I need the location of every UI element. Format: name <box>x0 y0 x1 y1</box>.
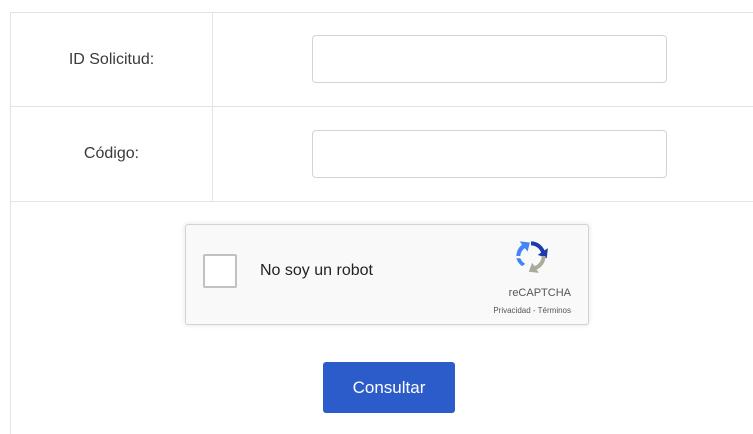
codigo-label: Código: <box>11 107 213 201</box>
recaptcha-links-separator: - <box>530 306 538 315</box>
query-form: ID Solicitud: Código: No soy un robot re… <box>10 12 753 434</box>
recaptcha-logo-icon <box>516 241 548 273</box>
id-solicitud-input[interactable] <box>312 35 667 83</box>
form-row-code: Código: <box>11 107 753 202</box>
recaptcha-widget: No soy un robot reCAPTCHA Privacidad - T… <box>185 224 589 325</box>
recaptcha-brand: reCAPTCHA <box>508 287 571 299</box>
id-solicitud-label: ID Solicitud: <box>11 13 213 106</box>
form-row-id: ID Solicitud: <box>11 13 753 107</box>
recaptcha-label: No soy un robot <box>260 262 373 279</box>
recaptcha-links: Privacidad - Términos <box>493 306 571 315</box>
recaptcha-checkbox[interactable] <box>203 254 237 288</box>
consultar-button[interactable]: Consultar <box>323 362 455 413</box>
codigo-input[interactable] <box>312 130 667 178</box>
recaptcha-terms-link[interactable]: Términos <box>538 306 571 315</box>
recaptcha-privacy-link[interactable]: Privacidad <box>493 306 530 315</box>
